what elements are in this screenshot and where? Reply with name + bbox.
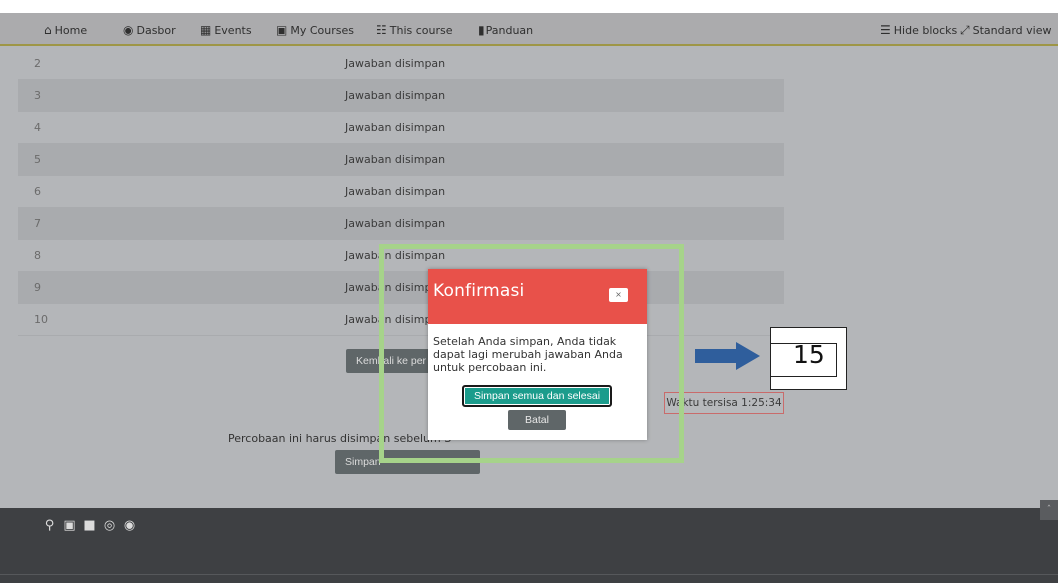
question-number: 10 (34, 313, 48, 326)
dialog-message: Setelah Anda simpan, Anda tidak dapat la… (433, 335, 623, 374)
nav-events[interactable]: ▦ Events (200, 22, 252, 38)
dialog-title: Konfirmasi (433, 281, 525, 301)
submit-all-button[interactable]: Simpan (335, 450, 480, 474)
time-remaining: Waktu tersisa 1:25:34 (664, 392, 784, 414)
book-icon: ▮ (478, 23, 485, 37)
question-status: Jawaban disimpan (345, 121, 446, 134)
home-icon: ⌂ (44, 23, 52, 37)
table-row: 7 Jawaban disimpan (18, 208, 784, 240)
footer-divider (0, 574, 1058, 575)
sitemap-icon: ☷ (376, 23, 387, 37)
nav-dasbor-label: Dasbor (136, 23, 176, 37)
hide-blocks-label: Hide blocks (893, 23, 958, 37)
question-number: 7 (34, 217, 41, 230)
top-strip (0, 0, 1058, 13)
question-number: 5 (34, 153, 41, 166)
search-icon[interactable]: ⚲ (42, 518, 57, 533)
submit-all-and-finish-button[interactable]: Simpan semua dan selesai (462, 385, 612, 407)
nav-this-course-label: This course (389, 23, 453, 37)
question-number: 2 (34, 57, 41, 70)
nav-events-label: Events (214, 23, 252, 37)
twitter-icon[interactable]: ■ (82, 518, 97, 533)
footer: ⚲ ▣ ■ ◎ ◉ (0, 508, 1058, 583)
table-row: 3 Jawaban disimpan (18, 80, 784, 112)
question-status: Jawaban disimpan (345, 57, 446, 70)
question-number: 8 (34, 249, 41, 262)
cancel-button[interactable]: Batal (508, 410, 566, 430)
nav-this-course[interactable]: ☷ This course (376, 22, 453, 38)
submission-note: Percobaan ini harus disimpan sebelum S (228, 432, 452, 445)
table-row: 8 Jawaban disimpan (18, 240, 784, 272)
standard-view-button[interactable]: ⤢ Standard view (960, 22, 1051, 38)
attempt-summary-table: 2 Jawaban disimpan 3 Jawaban disimpan 4 Jawab… (18, 48, 784, 336)
question-status: Jawaban disimpan (345, 89, 446, 102)
hide-blocks-button[interactable]: ☰ Hide blocks (880, 22, 957, 38)
step-number-box: 15 (770, 327, 847, 390)
question-number: 4 (34, 121, 41, 134)
table-row: 6 Jawaban disimpan (18, 176, 784, 208)
annotation-arrow-head (736, 342, 760, 370)
question-status: Jawaban disimpan (345, 217, 446, 230)
chevron-up-icon: ˆ (1046, 505, 1052, 515)
scroll-top-button[interactable]: ˆ (1040, 500, 1058, 520)
step-number: 15 (793, 340, 825, 369)
question-number: 9 (34, 281, 41, 294)
standard-view-label: Standard view (972, 23, 1052, 37)
nav-home[interactable]: ⌂ Home (44, 22, 87, 38)
nav-home-label: Home (54, 23, 88, 37)
nav-my-courses-label: My Courses (290, 23, 354, 37)
question-number: 3 (34, 89, 41, 102)
table-row: 2 Jawaban disimpan (18, 48, 784, 80)
table-row: 4 Jawaban disimpan (18, 112, 784, 144)
globe-icon[interactable]: ◉ (122, 518, 137, 533)
table-row: 9 Jawaban disimpan (18, 272, 784, 304)
nav-my-courses[interactable]: ▣ My Courses (276, 22, 354, 38)
instagram-icon[interactable]: ◎ (102, 518, 117, 533)
close-icon: × (615, 290, 622, 299)
nav-panduan[interactable]: ▮ Panduan (478, 22, 533, 38)
calendar-icon: ▦ (200, 23, 212, 37)
facebook-icon[interactable]: ▣ (62, 518, 77, 533)
nav-dasbor[interactable]: ◉ Dasbor (123, 22, 176, 38)
dialog-header: Konfirmasi × (428, 269, 647, 324)
top-navbar: ⌂ Home ◉ Dasbor ▦ Events ▣ My Courses ☷ … (0, 13, 1058, 46)
question-status: Jawaban disimpan (345, 153, 446, 166)
footer-icons: ⚲ ▣ ■ ◎ ◉ (42, 518, 137, 533)
close-button[interactable]: × (609, 288, 628, 302)
table-row: 10 Jawaban disimpan (18, 304, 784, 336)
question-status: Jawaban disimpan (345, 185, 446, 198)
briefcase-icon: ▣ (276, 23, 288, 37)
confirmation-dialog: Konfirmasi × Setelah Anda simpan, Anda t… (428, 269, 647, 440)
list-indent-icon: ☰ (880, 23, 891, 37)
table-row: 5 Jawaban disimpan (18, 144, 784, 176)
annotation-arrow (695, 349, 738, 363)
nav-panduan-label: Panduan (485, 23, 534, 37)
dashboard-icon: ◉ (123, 23, 134, 37)
question-status: Jawaban disimpan (345, 249, 446, 262)
question-number: 6 (34, 185, 41, 198)
expand-icon: ⤢ (960, 23, 970, 37)
